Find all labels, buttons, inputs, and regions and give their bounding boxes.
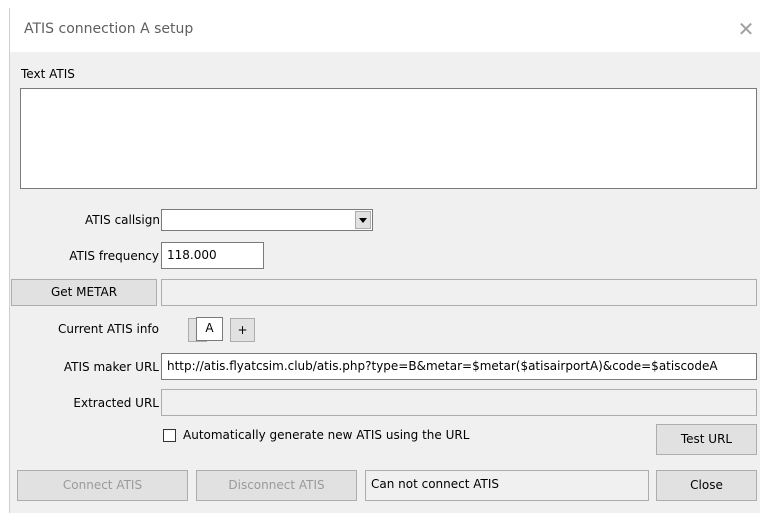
atis-maker-url-label: ATIS maker URL [63,360,159,374]
disconnect-atis-button[interactable]: Disconnect ATIS [196,470,357,501]
atis-frequency-input[interactable]: 118.000 [161,242,264,269]
get-metar-button[interactable]: Get METAR [11,279,157,306]
atis-setup-dialog: ATIS connection A setup ✕ Text ATIS ATIS… [9,8,760,513]
close-button[interactable]: Close [656,470,757,501]
connect-atis-button[interactable]: Connect ATIS [17,470,188,501]
current-atis-info-label: Current ATIS info [58,322,159,336]
auto-generate-checkbox[interactable] [163,429,176,442]
close-icon[interactable]: ✕ [736,17,756,41]
atis-callsign-label: ATIS callsign [84,213,160,227]
extracted-url-field [161,389,757,416]
text-atis-textarea[interactable] [20,88,757,189]
chevron-down-icon[interactable] [355,211,371,229]
atis-frequency-label: ATIS frequency [69,249,159,263]
test-url-button[interactable]: Test URL [656,424,757,455]
connection-status-field: Can not connect ATIS [365,470,649,501]
window-title: ATIS connection A setup [24,21,194,37]
extracted-url-label: Extracted URL [73,396,159,410]
auto-generate-label: Automatically generate new ATIS using th… [183,428,470,442]
current-atis-info-field[interactable]: A [196,317,223,341]
atis-callsign-select[interactable] [161,209,373,231]
metar-output-field [161,279,757,306]
text-atis-label: Text ATIS [21,67,75,81]
increment-atis-info-button[interactable]: + [230,318,255,342]
title-bar: ATIS connection A setup ✕ [10,8,760,52]
atis-maker-url-input[interactable]: http://atis.flyatcsim.club/atis.php?type… [161,353,757,380]
